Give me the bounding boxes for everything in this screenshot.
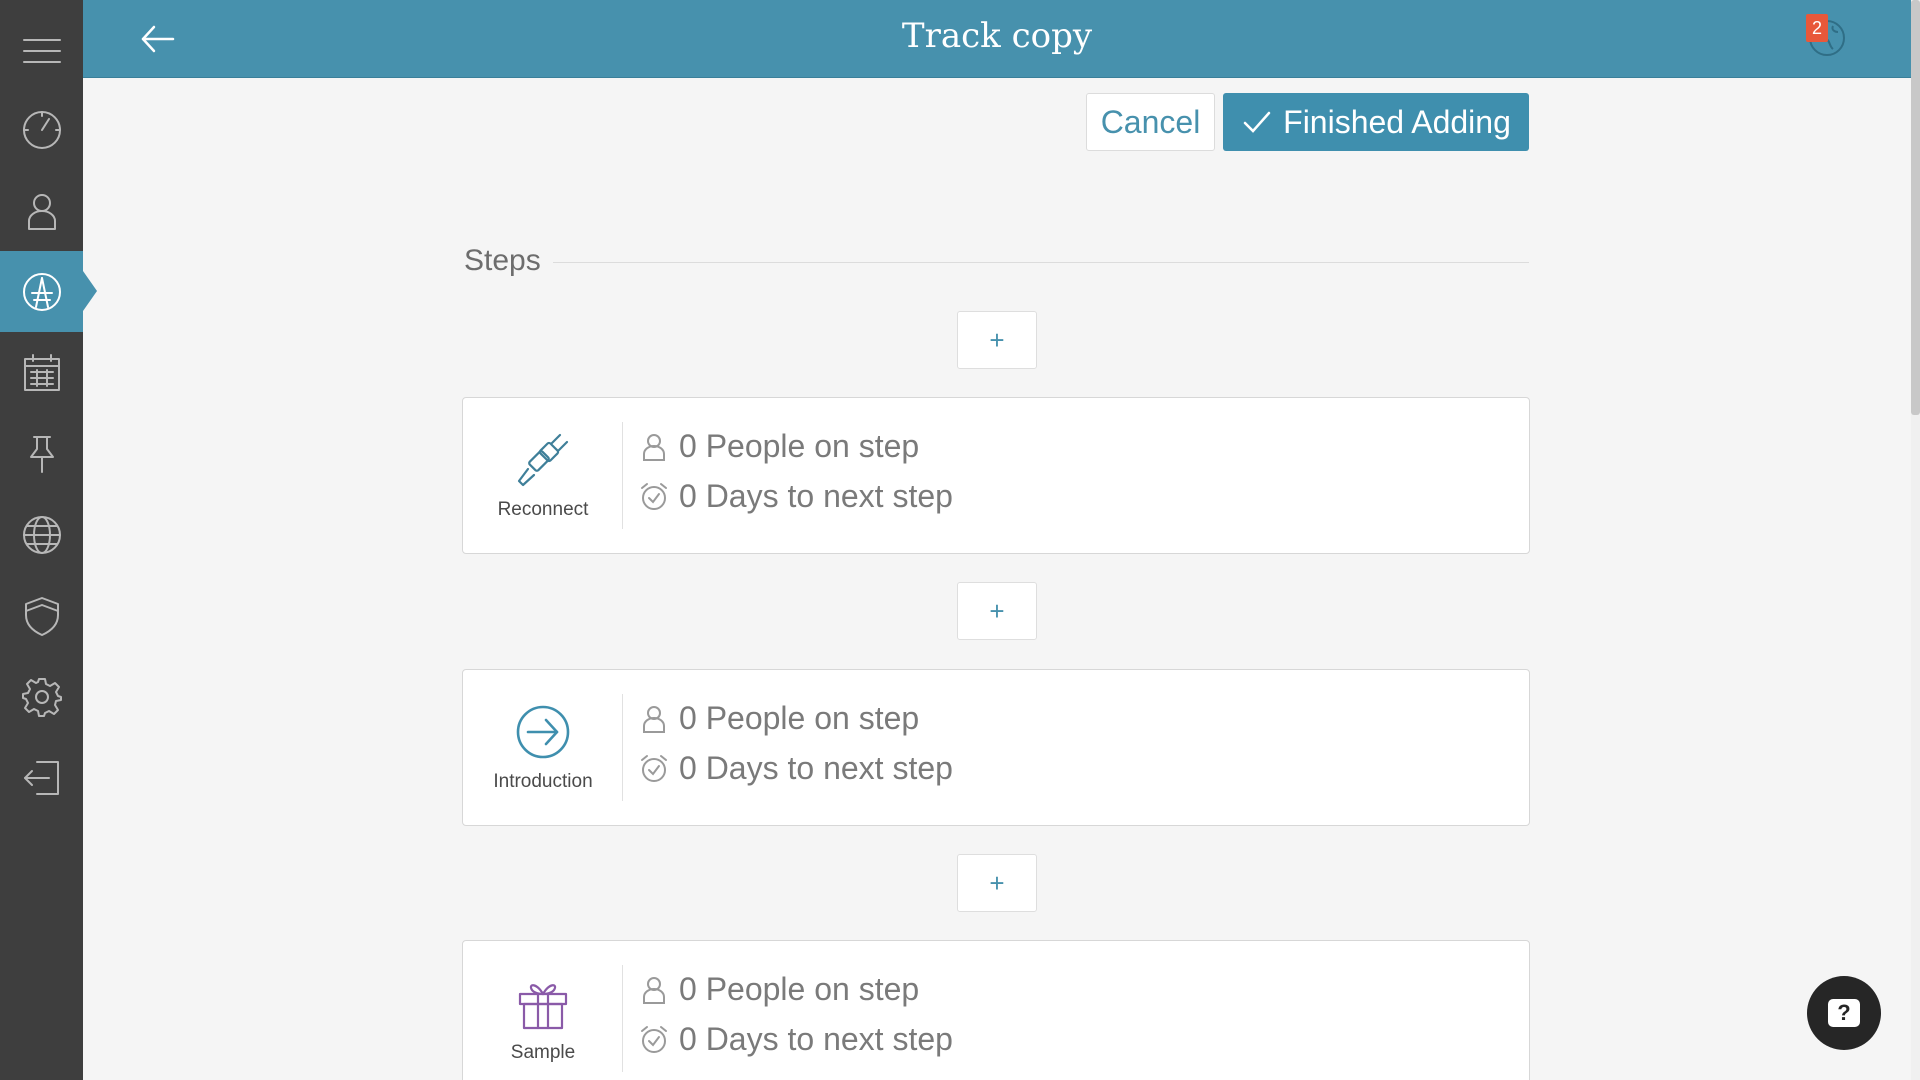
people-on-step: 0 People on step: [639, 428, 919, 465]
people-on-step: 0 People on step: [639, 700, 919, 737]
add-step-button[interactable]: +: [957, 854, 1037, 912]
globe-icon: [22, 515, 61, 554]
plug-icon: [517, 433, 569, 486]
alarm-clock-icon: [641, 1025, 667, 1053]
logout-icon: [23, 760, 59, 795]
person-icon: [643, 705, 665, 733]
tracks-icon: [22, 272, 61, 311]
sidebar-item-logout[interactable]: [0, 737, 83, 818]
sidebar-item-tracks[interactable]: [0, 251, 97, 332]
days-count: 0 Days to next step: [679, 750, 953, 786]
calendar-icon: [23, 353, 60, 391]
add-step-label: +: [989, 324, 1005, 355]
step-icon-wrapper: [514, 431, 572, 489]
finished-adding-label: Finished Adding: [1283, 103, 1511, 140]
pin-icon: [29, 435, 54, 473]
step-divider: [622, 965, 623, 1072]
cancel-button[interactable]: Cancel: [1086, 93, 1215, 151]
scrollbar-thumb[interactable]: [1911, 0, 1920, 415]
steps-divider: [553, 262, 1529, 263]
person-icon: [27, 193, 56, 230]
days-to-next-step: 0 Days to next step: [639, 750, 953, 787]
add-step-button[interactable]: +: [957, 582, 1037, 640]
people-count: 0 People on step: [679, 700, 920, 736]
days-to-next-step: 0 Days to next step: [639, 1021, 953, 1058]
add-step-label: +: [989, 595, 1005, 626]
days-count: 0 Days to next step: [679, 478, 953, 514]
people-count: 0 People on step: [679, 971, 920, 1007]
sidebar-item-security[interactable]: [0, 575, 83, 656]
step-name: Sample: [510, 1041, 576, 1063]
checkmark-icon: [1243, 111, 1271, 133]
notification-badge[interactable]: 2: [1806, 14, 1828, 42]
sidebar-item-web[interactable]: [0, 494, 83, 575]
help-chat-button[interactable]: ?: [1807, 976, 1881, 1050]
page-title: Track copy: [901, 16, 1093, 56]
step-name: Introduction: [493, 770, 593, 792]
person-icon: [643, 433, 665, 461]
sidebar-item-pins[interactable]: [0, 413, 83, 494]
step-icon-column: Introduction: [463, 670, 623, 825]
step-divider: [622, 422, 623, 529]
days-to-next-step: 0 Days to next step: [639, 478, 953, 515]
step-card-reconnect[interactable]: Reconnect 0 People on step 0 Days to nex…: [462, 397, 1530, 554]
sidebar: [0, 0, 97, 1080]
sidebar-item-people[interactable]: [0, 170, 83, 251]
help-icon: ?: [1828, 999, 1860, 1027]
menu-icon: [22, 38, 61, 63]
steps-heading: Steps: [464, 244, 541, 277]
sidebar-item-settings[interactable]: [0, 656, 83, 737]
step-icon-column: Reconnect: [463, 398, 623, 553]
sidebar-item-calendar[interactable]: [0, 332, 83, 413]
person-icon: [643, 976, 665, 1004]
step-card-sample[interactable]: Sample 0 People on step 0 Days to next s…: [462, 940, 1530, 1080]
dashboard-gauge-icon: [22, 110, 61, 149]
top-header: Track copy 2: [83, 0, 1911, 78]
add-step-button[interactable]: +: [957, 311, 1037, 369]
alarm-clock-icon: [641, 482, 667, 510]
step-icon-column: Sample: [463, 941, 623, 1080]
cancel-label: Cancel: [1100, 103, 1201, 140]
arrow-circle-icon: [516, 705, 570, 758]
step-icon-wrapper: [514, 703, 572, 761]
step-icon-wrapper: [514, 974, 572, 1032]
sidebar-menu-button[interactable]: [0, 10, 83, 91]
step-name: Reconnect: [497, 498, 589, 520]
step-divider: [622, 694, 623, 801]
sidebar-item-dashboard[interactable]: [0, 89, 83, 170]
gift-icon: [518, 983, 568, 1029]
gear-icon: [21, 677, 62, 717]
step-card-introduction[interactable]: Introduction 0 People on step 0 Days to …: [462, 669, 1530, 826]
days-count: 0 Days to next step: [679, 1021, 953, 1057]
finished-adding-button[interactable]: Finished Adding: [1223, 93, 1529, 151]
people-count: 0 People on step: [679, 428, 920, 464]
alarm-clock-icon: [641, 754, 667, 782]
shield-icon: [24, 596, 59, 636]
people-on-step: 0 People on step: [639, 971, 919, 1008]
add-step-label: +: [989, 867, 1005, 898]
